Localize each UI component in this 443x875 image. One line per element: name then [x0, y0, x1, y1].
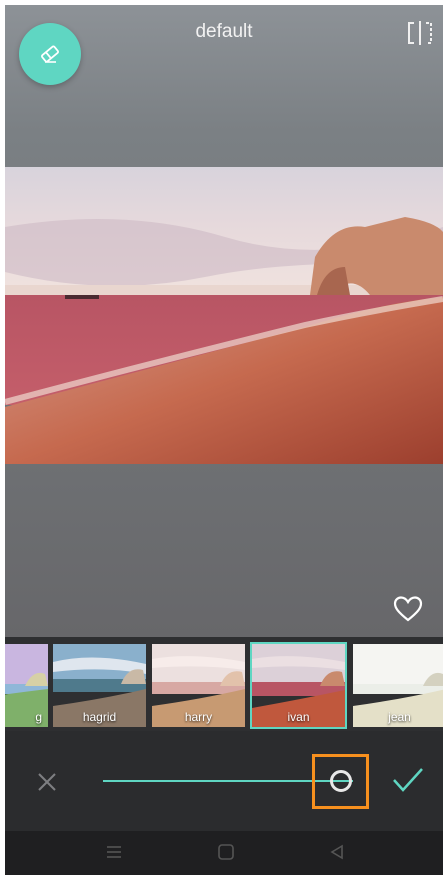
eraser-icon [41, 45, 59, 63]
filter-label: ivan [287, 710, 310, 724]
editor-screen: default g hagrid harry ivan jean [5, 5, 443, 875]
filter-label: g [35, 710, 42, 724]
edited-photo [5, 167, 443, 464]
heart-icon[interactable] [393, 595, 423, 623]
filter-thumb[interactable]: hagrid [53, 644, 146, 727]
intensity-controls [5, 731, 443, 831]
filter-label: hagrid [82, 710, 117, 724]
check-icon[interactable] [391, 765, 425, 795]
filter-thumb[interactable]: jean [353, 644, 443, 727]
close-icon[interactable] [36, 771, 58, 793]
menu-icon[interactable] [105, 843, 123, 861]
home-icon[interactable] [217, 843, 235, 861]
eraser-button[interactable] [19, 23, 81, 85]
system-nav-bar [5, 831, 443, 875]
compare-icon[interactable] [407, 21, 433, 45]
highlight-box [311, 754, 369, 809]
filter-thumb[interactable]: g [5, 644, 48, 727]
filter-thumb-selected[interactable]: ivan [250, 642, 347, 729]
back-icon[interactable] [328, 843, 346, 861]
filter-label: jean [388, 710, 411, 724]
filter-label: harry [184, 710, 213, 724]
filter-thumb[interactable]: harry [152, 644, 245, 727]
filter-strip: g hagrid harry ivan jean [5, 637, 443, 731]
editor-canvas: default [5, 5, 443, 637]
